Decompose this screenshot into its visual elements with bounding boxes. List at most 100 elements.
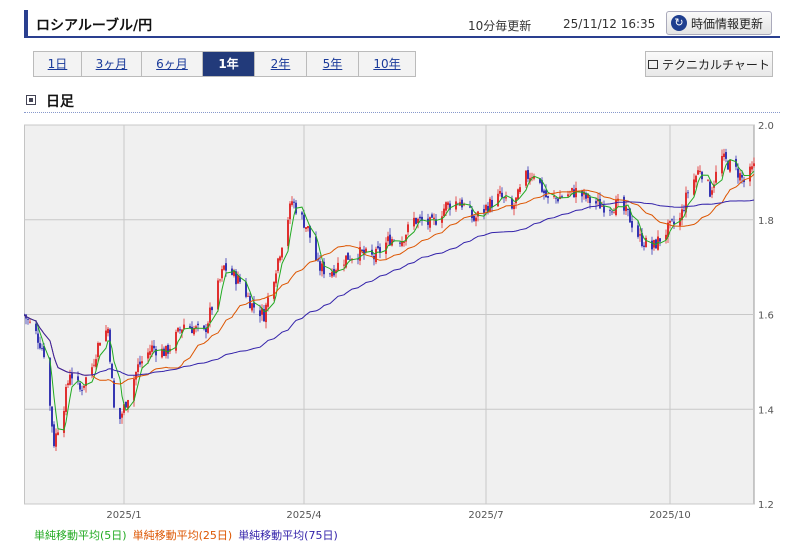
refresh-icon: ↻	[670, 15, 687, 31]
candle-body	[91, 367, 93, 376]
tab-3m[interactable]: 3ヶ月	[82, 52, 142, 76]
candle-body	[27, 318, 29, 320]
refresh-button-label: 時価情報更新	[690, 16, 763, 31]
candle-body	[377, 246, 379, 249]
x-tick-label: 2025/1	[106, 510, 141, 521]
candle-body	[137, 364, 139, 373]
candle-body	[623, 196, 625, 211]
candle-body	[687, 192, 689, 194]
candle-body	[725, 152, 727, 159]
candle-body	[413, 217, 415, 227]
candle-body	[223, 265, 225, 270]
candle-body	[35, 323, 37, 332]
candle-body	[739, 173, 741, 181]
candle-body	[737, 168, 739, 178]
tab-10y[interactable]: 10年	[359, 52, 415, 76]
candle-body	[211, 307, 213, 311]
candle-body	[95, 359, 97, 367]
candle-body	[97, 343, 99, 358]
candle-body	[561, 196, 563, 198]
candle-body	[135, 372, 137, 380]
candle-body	[631, 221, 633, 228]
tab-1y[interactable]: 1年	[203, 52, 255, 76]
y-tick-label: 1.4	[758, 405, 774, 416]
x-tick-label: 2025/10	[649, 510, 691, 521]
tab-6m[interactable]: 6ヶ月	[142, 52, 203, 76]
candle-body	[543, 190, 545, 194]
candle-body	[697, 170, 699, 175]
candle-body	[399, 242, 401, 244]
candle-body	[319, 261, 321, 271]
candle-body	[305, 227, 307, 229]
candle-body	[715, 171, 717, 183]
candle-body	[659, 238, 661, 242]
candle-body	[473, 215, 475, 221]
candle-body	[567, 194, 569, 197]
candle-body	[443, 208, 445, 217]
candle-body	[79, 383, 81, 390]
candle-body	[707, 179, 709, 181]
candle-body	[29, 321, 31, 323]
candle-body	[513, 205, 515, 210]
candle-body	[281, 247, 283, 258]
candle-body	[139, 361, 141, 365]
section-title: 日足	[46, 94, 74, 110]
page-header: ロシアルーブル/円 10分毎更新 25/11/12 16:35 ↻ 時価情報更新	[24, 10, 780, 38]
candle-body	[177, 327, 179, 332]
candle-body	[111, 363, 113, 379]
candle-body	[499, 190, 501, 194]
candle-body	[287, 220, 289, 246]
candle-body	[519, 187, 521, 193]
candle-body	[643, 245, 645, 247]
candle-body	[683, 210, 685, 211]
candle-body	[197, 323, 199, 326]
candle-body	[741, 174, 743, 178]
candle-body	[751, 166, 753, 170]
candle-body	[71, 373, 73, 379]
candle-body	[191, 326, 193, 334]
candle-body	[65, 386, 67, 412]
candle-body	[475, 217, 477, 222]
candle-body	[265, 304, 267, 323]
tab-2y[interactable]: 2年	[255, 52, 307, 76]
candle-body	[445, 202, 447, 211]
candle-body	[517, 189, 519, 200]
price-chart: 2.0 1.8 1.6 1.4 1.2 2025/1 2025/4 2025/7 2025/10	[24, 121, 774, 521]
candle-body	[581, 190, 583, 197]
candle-body	[347, 252, 349, 260]
candle-body	[105, 330, 107, 342]
candle-body	[555, 197, 557, 199]
candle-body	[589, 196, 591, 203]
candle-body	[527, 170, 529, 179]
candle-body	[55, 433, 57, 447]
candle-body	[387, 236, 389, 242]
candle-body	[571, 187, 573, 191]
square-bullet-icon	[26, 95, 36, 105]
candle-body	[639, 234, 641, 236]
candle-body	[625, 206, 627, 212]
candle-body	[37, 333, 39, 343]
technical-chart-label: テクニカルチャート	[662, 57, 770, 72]
candle-body	[69, 374, 71, 385]
tab-1d[interactable]: 1日	[34, 52, 82, 76]
y-tick-label: 2.0	[758, 121, 774, 132]
candle-body	[753, 163, 755, 167]
candle-body	[343, 264, 345, 266]
candle-body	[81, 390, 83, 391]
candle-body	[429, 217, 431, 228]
candle-body	[669, 220, 671, 223]
candle-body	[433, 217, 435, 219]
page-title: ロシアルーブル/円	[36, 18, 153, 34]
candle-body	[637, 225, 639, 237]
update-interval-text: 10分毎更新	[468, 19, 532, 33]
refresh-quotes-button[interactable]: ↻ 時価情報更新	[665, 11, 772, 35]
candle-body	[603, 205, 605, 213]
technical-chart-button[interactable]: テクニカルチャート	[645, 51, 773, 77]
tab-5y[interactable]: 5年	[307, 52, 359, 76]
candle-body	[485, 205, 487, 211]
candle-body	[209, 307, 211, 323]
candle-body	[99, 342, 101, 346]
window-icon	[648, 59, 659, 69]
candle-body	[389, 234, 391, 246]
candle-body	[277, 258, 279, 271]
